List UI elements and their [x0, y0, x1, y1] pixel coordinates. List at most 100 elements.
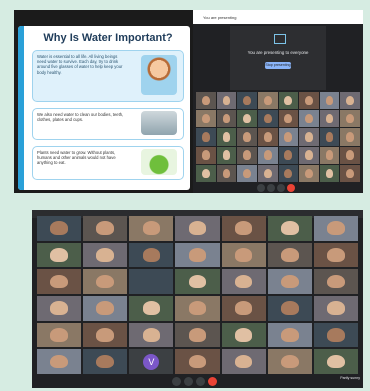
camera-icon[interactable]: [267, 184, 275, 192]
leave-call-icon[interactable]: [208, 377, 217, 386]
participant-tile[interactable]: [129, 242, 174, 268]
participant-tile[interactable]: [196, 92, 216, 110]
mic-icon[interactable]: [257, 184, 265, 192]
participant-tile[interactable]: [196, 146, 216, 164]
participant-tile[interactable]: [313, 242, 358, 268]
participant-tile[interactable]: [313, 349, 358, 374]
participant-tile[interactable]: [129, 322, 174, 348]
participant-tile[interactable]: [129, 216, 174, 241]
participant-tile[interactable]: [319, 128, 340, 146]
participant-tile[interactable]: [129, 269, 174, 294]
participant-tile[interactable]: [299, 128, 319, 146]
participant-tile[interactable]: [37, 242, 82, 268]
participant-tile[interactable]: [37, 295, 82, 321]
participant-tile[interactable]: [313, 322, 358, 348]
participant-tile[interactable]: [267, 242, 312, 268]
tap-water-image: [141, 111, 177, 135]
participant-tile[interactable]: [237, 128, 257, 146]
participant-tile[interactable]: [83, 295, 128, 321]
participant-tile[interactable]: [319, 146, 340, 164]
participant-tile[interactable]: [196, 110, 216, 128]
participant-tile[interactable]: [299, 92, 319, 110]
participant-tile[interactable]: [267, 349, 312, 374]
participant-tile[interactable]: [237, 92, 257, 110]
participant-tile[interactable]: [216, 92, 237, 110]
participant-tile[interactable]: [257, 146, 278, 164]
participant-tile[interactable]: [278, 128, 299, 146]
participant-tile[interactable]: [340, 164, 360, 182]
participant-tile[interactable]: [221, 242, 266, 268]
participant-tile[interactable]: [237, 164, 257, 182]
participant-grid: [196, 92, 360, 182]
participant-tile[interactable]: [175, 349, 220, 374]
participant-tile[interactable]: [267, 216, 312, 241]
slide-box-plants: Plants need water to grow. Without plant…: [32, 146, 184, 180]
participant-tile[interactable]: [216, 164, 237, 182]
participant-tile[interactable]: [37, 322, 82, 348]
participant-tile[interactable]: [175, 295, 220, 321]
participant-tile[interactable]: [196, 164, 216, 182]
participant-tile-avatar[interactable]: V: [129, 349, 174, 374]
camera-icon[interactable]: [184, 377, 193, 386]
participant-tile[interactable]: [237, 146, 257, 164]
participant-tile[interactable]: [83, 349, 128, 374]
participant-tile[interactable]: [196, 128, 216, 146]
participant-tile[interactable]: [175, 269, 220, 294]
participant-tile[interactable]: [37, 349, 82, 374]
participant-tile[interactable]: [257, 164, 278, 182]
participant-tile[interactable]: [267, 295, 312, 321]
participant-tile[interactable]: [319, 92, 340, 110]
participant-tile[interactable]: [299, 164, 319, 182]
participant-tile[interactable]: [278, 92, 299, 110]
participant-tile[interactable]: [313, 269, 358, 294]
present-icon[interactable]: [277, 184, 285, 192]
slide-box-cleaning: We also need water to clean our bodies, …: [32, 108, 184, 140]
participant-tile[interactable]: [83, 242, 128, 268]
participant-tile[interactable]: [175, 322, 220, 348]
participant-tile[interactable]: [319, 164, 340, 182]
slide-box-text: We also need water to clean our bodies, …: [37, 112, 124, 123]
participant-tile[interactable]: [221, 216, 266, 241]
meeting-header: You are presenting: [193, 10, 363, 24]
participant-tile[interactable]: [278, 146, 299, 164]
participant-tile[interactable]: [267, 269, 312, 294]
participant-tile[interactable]: [221, 295, 266, 321]
stop-presenting-button[interactable]: Stop presenting: [265, 62, 291, 69]
participant-tile[interactable]: [175, 242, 220, 268]
participant-tile[interactable]: [221, 269, 266, 294]
participant-tile[interactable]: [221, 322, 266, 348]
mic-icon[interactable]: [172, 377, 181, 386]
participant-tile[interactable]: [257, 110, 278, 128]
participant-tile[interactable]: [278, 110, 299, 128]
participant-tile[interactable]: [313, 295, 358, 321]
participant-tile[interactable]: [340, 110, 360, 128]
participant-tile[interactable]: [340, 128, 360, 146]
participant-tile[interactable]: [340, 92, 360, 110]
participant-tile[interactable]: [319, 110, 340, 128]
participant-tile[interactable]: [216, 146, 237, 164]
participant-tile[interactable]: [129, 295, 174, 321]
participant-tile[interactable]: [313, 216, 358, 241]
participant-tile[interactable]: [83, 322, 128, 348]
participant-tile[interactable]: [278, 164, 299, 182]
participant-tile[interactable]: [175, 216, 220, 241]
participant-tile[interactable]: [37, 216, 82, 241]
participant-tile[interactable]: [216, 128, 237, 146]
participant-tile[interactable]: [257, 128, 278, 146]
meeting-window-grid: V Partly sunny: [32, 210, 363, 388]
present-text: You are presenting to everyone: [247, 50, 309, 55]
participant-tile[interactable]: [340, 146, 360, 164]
participant-tile[interactable]: [257, 92, 278, 110]
participant-tile[interactable]: [299, 146, 319, 164]
participant-tile[interactable]: [37, 269, 82, 294]
participant-tile[interactable]: [221, 349, 266, 374]
participant-tile[interactable]: [267, 322, 312, 348]
present-icon[interactable]: [196, 377, 205, 386]
participant-tile[interactable]: [216, 110, 237, 128]
leave-call-icon[interactable]: [287, 184, 295, 192]
participant-tile[interactable]: [83, 269, 128, 294]
participant-tile[interactable]: [83, 216, 128, 241]
participant-tile[interactable]: [237, 110, 257, 128]
participant-tile[interactable]: [299, 110, 319, 128]
slide-title: Why Is Water Important?: [43, 32, 173, 44]
